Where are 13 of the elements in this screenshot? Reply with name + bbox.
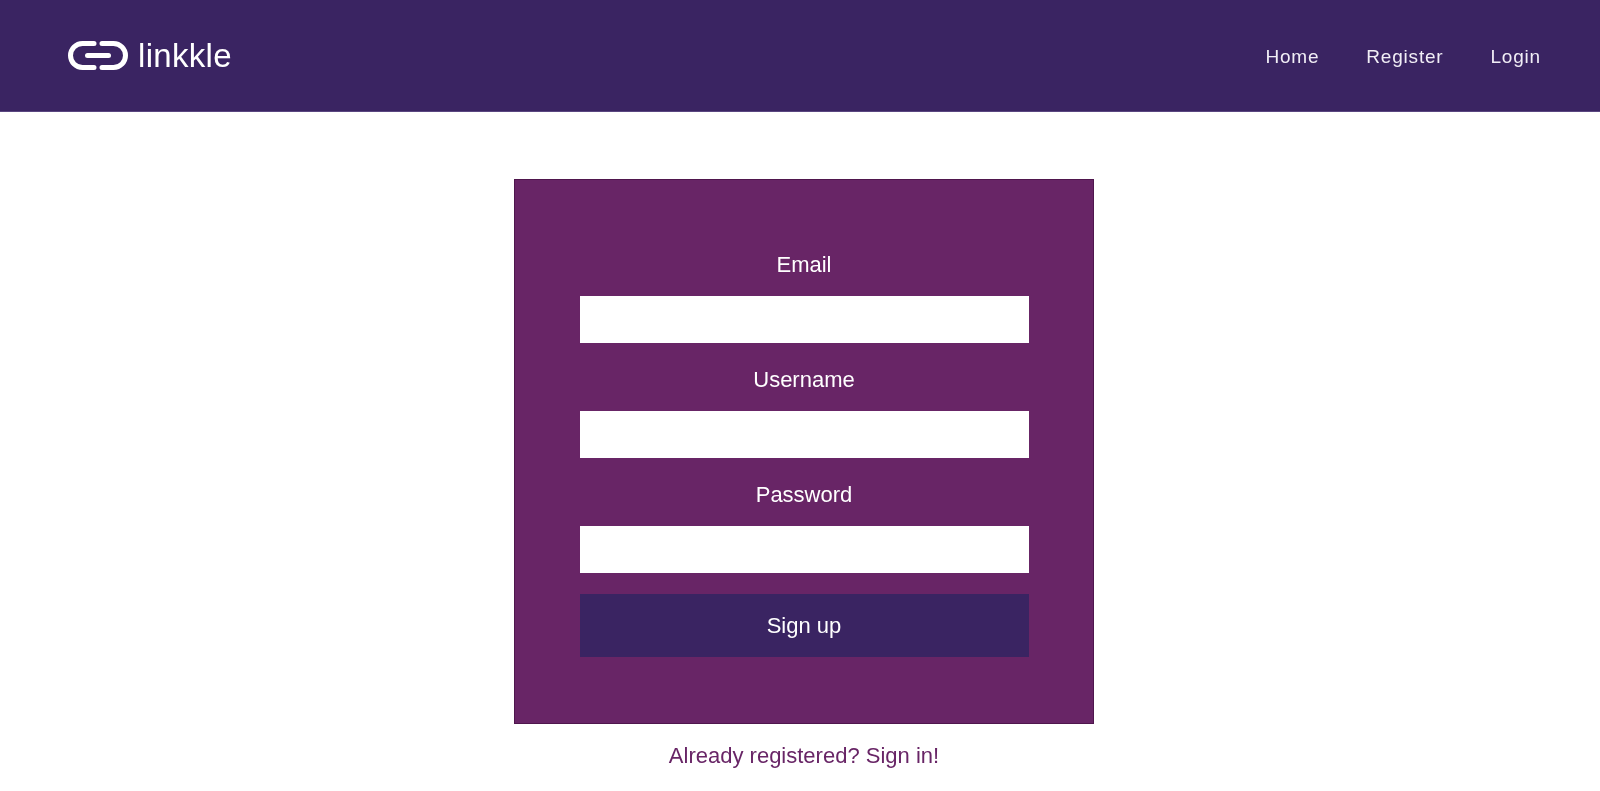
input-field[interactable] <box>579 296 1029 343</box>
logo-text[interactable]: linkkle <box>138 35 232 76</box>
nav-link[interactable]: Home <box>1265 44 1320 69</box>
input-field[interactable] <box>579 411 1029 458</box>
sign-in-link[interactable]: Already registered? Sign in! <box>668 742 940 770</box>
field-label: Password <box>755 481 853 509</box>
input-field[interactable] <box>579 526 1029 573</box>
nav-link[interactable]: Register <box>1366 44 1444 69</box>
field-label: Email <box>776 251 832 279</box>
field-label: Username <box>753 366 855 394</box>
sign-up-button[interactable]: Sign up <box>579 594 1029 657</box>
nav-link[interactable]: Login <box>1490 44 1541 69</box>
chain-link-icon <box>68 41 128 70</box>
